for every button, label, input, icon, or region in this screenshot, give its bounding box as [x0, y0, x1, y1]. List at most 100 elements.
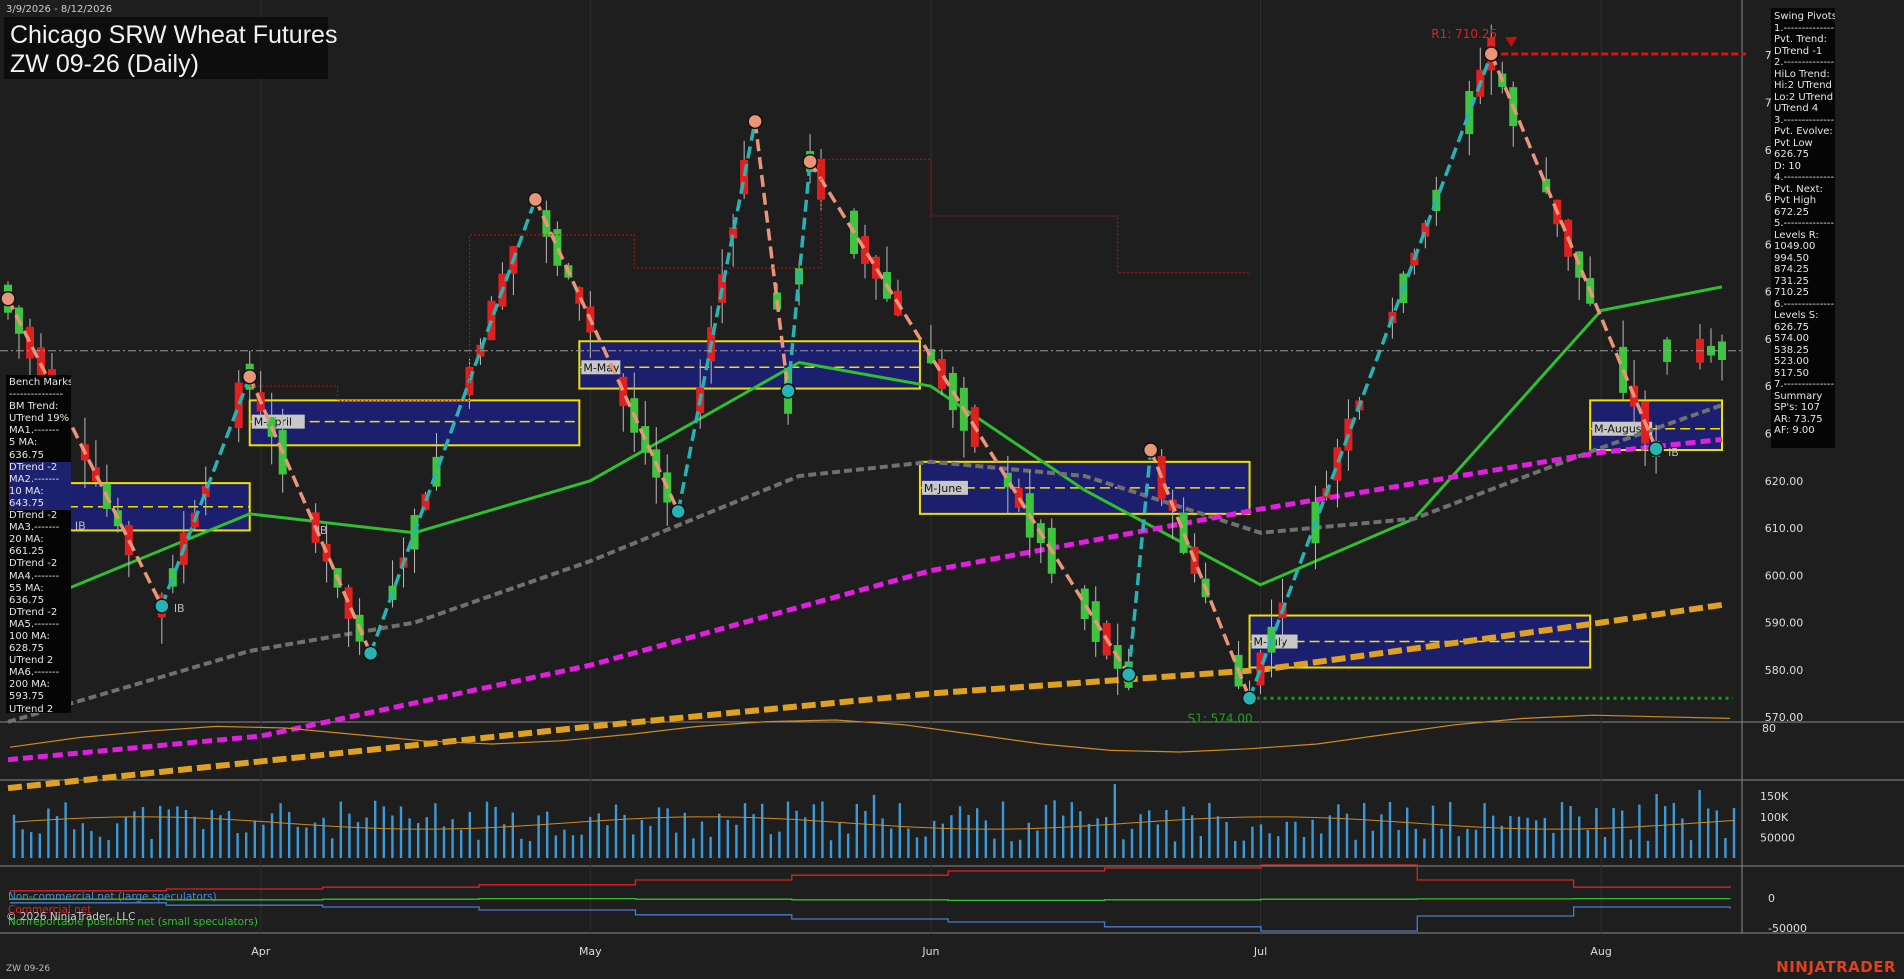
y-tick-label: 620.00 [1765, 475, 1804, 488]
swing-pivot-line: 710.25 [1774, 287, 1809, 298]
support-label: S1: 574.00 [1188, 711, 1253, 725]
swing-pivot-line: 672.25 [1774, 206, 1809, 218]
pivot-marker [362, 645, 379, 662]
volume-tick-label: 150K [1760, 790, 1789, 803]
swing-pivot-line: 538.25 [1774, 344, 1809, 356]
bench-mark-line: UTrend 2 [9, 655, 54, 667]
swing-pivot-line: 517.50 [1774, 367, 1809, 379]
bench-mark-line: DTrend -2 [9, 510, 58, 522]
bench-mark-line: Bench Marks [9, 377, 71, 388]
bench-mark-line: DTrend -2 [9, 461, 71, 474]
bench-mark-line: 628.75 [9, 643, 44, 655]
chart-title: Chicago SRW Wheat Futures [10, 21, 338, 49]
date-range-label: 3/9/2026 - 8/12/2026 [6, 4, 113, 15]
swing-pivot-line: AF: 9.00 [1774, 425, 1815, 436]
swing-pivot-line: 994.50 [1774, 252, 1809, 264]
candle-body [861, 236, 869, 264]
swing-pivot-line: 874.25 [1774, 264, 1809, 275]
swing-pivot-line: 6.-------------- [1774, 298, 1835, 310]
bench-mark-line: UTrend 19% [9, 413, 70, 425]
chart-canvas: M-AprilM-MayM-JuneM-JulyM-August R1: 710… [0, 0, 1904, 979]
volume-tick-label: 100K [1760, 811, 1789, 824]
swing-pivot-line: D: 10 [1774, 160, 1801, 172]
pivot-marker [0, 290, 16, 307]
swing-pivot-line: Pvt. Evolve: [1774, 126, 1833, 137]
swing-pivot-line: 7.-------------- [1774, 379, 1835, 390]
swing-pivot-line: SP's: 107 [1774, 402, 1820, 413]
pivot-marker [670, 503, 686, 520]
bench-mark-line: MA1.------- [9, 425, 60, 437]
swing-pivot-line: 5.-------------- [1774, 218, 1835, 229]
monthly-range-box [578, 340, 921, 390]
bench-marks-panel: Bench Marks --------------- BM Trend: UTren… [6, 375, 71, 713]
bench-mark-line: DTrend -2 [9, 606, 58, 618]
monthly-box-label: M-June [924, 482, 962, 495]
pivot-marker [780, 383, 796, 399]
pivot-marker [154, 598, 170, 614]
bench-mark-line: 643.75 [9, 497, 71, 511]
bench-mark-line: DTrend -2 [9, 558, 58, 570]
swing-pivot-line: 2.-------------- [1774, 57, 1835, 68]
candle-body [1179, 512, 1188, 553]
bench-mark-line: MA6.------- [9, 667, 60, 679]
bench-mark-line: 636.75 [9, 449, 44, 461]
bench-mark-line: UTrend 2 [9, 703, 54, 713]
footer-symbol: ZW 09-26 [6, 964, 51, 974]
ib-label: IB [1668, 446, 1679, 459]
ib-label: IB [75, 519, 86, 532]
bench-mark-line: 100 MA: [9, 630, 50, 642]
candle-body [937, 358, 946, 389]
y-tick-label: 580.00 [1765, 664, 1804, 677]
bench-mark-line: MA5.------- [9, 618, 60, 630]
y-tick-label: 590.00 [1765, 617, 1804, 630]
swing-pivot-line: Pvt High [1774, 195, 1817, 206]
swing-pivot-line: 574.00 [1774, 333, 1809, 344]
bench-mark-line: BM Trend: [9, 401, 59, 413]
swing-pivot-line: 3.-------------- [1774, 114, 1835, 126]
candle-body [487, 300, 496, 341]
volume-tick-label: 50000 [1760, 831, 1795, 844]
swing-pivot-line: 731.25 [1774, 275, 1809, 287]
bench-mark-line: --------------- [9, 389, 64, 401]
bench-mark-line: 636.75 [9, 594, 44, 606]
swing-pivot-line: Summary [1774, 390, 1823, 402]
pivot-marker [747, 113, 763, 130]
swing-pivot-line: 4.-------------- [1774, 172, 1835, 183]
x-tick-label: Jul [1253, 945, 1267, 958]
swing-pivot-line: Swing Pivots [1774, 11, 1835, 22]
osc-tick-label: 80 [1762, 722, 1776, 735]
chart-subtitle: ZW 09-26 (Daily) [10, 50, 199, 78]
x-tick-label: Aug [1590, 945, 1611, 958]
bench-mark-line: 661.25 [9, 546, 44, 558]
swing-pivot-line: DTrend -1 [1774, 45, 1823, 57]
swing-pivot-line: UTrend 4 [1774, 103, 1819, 114]
swing-pivot-line: 626.75 [1774, 149, 1809, 160]
cot-legend: Non-commercial net (large speculators) C… [6, 891, 258, 929]
bench-mark-line: 20 MA: [9, 534, 44, 546]
pivot-marker [1241, 690, 1258, 707]
x-tick-label: Jun [921, 945, 939, 958]
copyright: © 2026 NinjaTrader, LLC [6, 911, 136, 923]
candle-body [234, 382, 243, 429]
pivot-marker [1120, 666, 1137, 683]
y-tick-label: 610.00 [1765, 522, 1804, 535]
ib-label: IB [317, 524, 328, 537]
pivot-marker [527, 191, 544, 208]
swing-pivot-line: Lo:2 UTrend [1774, 91, 1834, 103]
cot-tick-label: -50000 [1768, 922, 1807, 935]
candle-body [25, 326, 34, 359]
swing-pivot-line: Pvt. Next: [1774, 183, 1823, 195]
bench-mark-line: 200 MA: [9, 679, 50, 691]
chart-title-box: Chicago SRW Wheat Futures ZW 09-26 (Dail… [4, 17, 337, 79]
swing-pivot-line: Pvt Low [1774, 137, 1813, 149]
resistance-label: R1: 710.25 [1431, 27, 1497, 41]
ninjatrader-logo: NINJATRADER [1776, 958, 1896, 976]
bench-mark-line: MA4.------- [9, 570, 60, 582]
swing-pivot-line: Hi:2 UTrend [1774, 80, 1832, 91]
pivot-marker [802, 153, 818, 170]
x-tick-label: May [579, 945, 602, 958]
swing-pivot-line: 1049.00 [1774, 241, 1816, 252]
swing-pivot-line: Levels S: [1774, 310, 1819, 321]
cot-tick-label: 0 [1768, 892, 1775, 905]
pivot-marker [1648, 441, 1664, 457]
